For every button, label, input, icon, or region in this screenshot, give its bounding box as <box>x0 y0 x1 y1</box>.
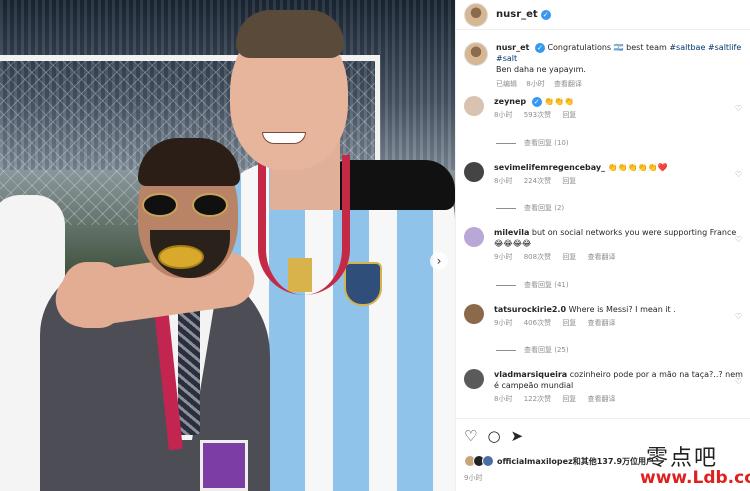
comment: zeynep ✓ 👏👏👏 8小时 593次赞 回复 <box>464 96 749 121</box>
comment-avatar[interactable] <box>464 162 484 182</box>
flag-emoji: 🇦🇷 <box>613 43 624 52</box>
reply-button[interactable]: 回复 <box>562 253 576 261</box>
hashtag[interactable]: #saltbae <box>669 43 705 52</box>
post-panel: nusr_et ✓ nusr_et ✓ Congratulations 🇦🇷 b… <box>455 0 750 491</box>
like-comment-icon[interactable]: ♡ <box>735 312 742 321</box>
player-hand <box>62 262 124 328</box>
carousel-next-icon[interactable]: › <box>430 252 448 270</box>
caption-meta: 已编辑 8小时 查看翻译 <box>496 79 748 90</box>
like-comment-icon[interactable]: ♡ <box>735 104 742 113</box>
gold-medal <box>158 245 204 269</box>
comment-likes[interactable]: 593次赞 <box>524 111 551 119</box>
comment-avatar[interactable] <box>464 304 484 324</box>
comment-avatar[interactable] <box>464 227 484 247</box>
comment-text: but on social networks you were supporti… <box>531 228 737 237</box>
hashtag[interactable]: #salt <box>496 54 517 63</box>
comment-user[interactable]: milevila <box>494 228 529 237</box>
comment: tatsurockirie2.0 Where is Messi? I mean … <box>464 304 749 329</box>
verified-icon: ✓ <box>531 96 542 107</box>
author-avatar[interactable] <box>464 2 488 27</box>
comment-likes[interactable]: 224次赞 <box>524 177 551 185</box>
like-comment-icon[interactable]: ♡ <box>735 235 742 244</box>
reply-button[interactable]: 回复 <box>562 111 576 119</box>
player-smile <box>262 132 306 144</box>
player-hair <box>236 10 344 58</box>
like-comment-icon[interactable]: ♡ <box>735 377 742 386</box>
comment-time: 9小时 <box>494 253 513 261</box>
comment-time: 9小时 <box>494 319 513 327</box>
caption-line-2: Ben daha ne yapayım. <box>496 65 586 74</box>
post-header: nusr_et ✓ <box>456 0 750 30</box>
accreditation-badge <box>200 440 248 491</box>
like-icon[interactable]: ♡ <box>464 427 477 445</box>
comment-emoji: 😂😂😂😂 <box>494 239 532 248</box>
like-comment-icon[interactable]: ♡ <box>735 170 742 179</box>
reply-button[interactable]: 回复 <box>562 319 576 327</box>
view-replies-button[interactable]: 查看回复 (10) <box>496 138 569 148</box>
medal-ribbon <box>258 155 350 295</box>
comment-user[interactable]: sevimelifemregencebay_ <box>494 163 605 172</box>
view-replies-button[interactable]: 查看回复 (2) <box>496 203 564 213</box>
verified-icon: ✓ <box>540 9 551 20</box>
author-handle[interactable]: nusr_et <box>496 9 538 20</box>
translate-link[interactable]: 查看翻译 <box>588 253 616 261</box>
site-watermark: 零点吧 www.Ldb.cc <box>640 440 750 491</box>
comment-likes[interactable]: 808次赞 <box>524 253 551 261</box>
post-photo: › <box>0 0 455 491</box>
comment-likes[interactable]: 406次赞 <box>524 319 551 327</box>
comment-avatar[interactable] <box>464 369 484 389</box>
comment-text: 👏👏👏 <box>544 97 575 106</box>
caption-avatar[interactable] <box>464 42 488 66</box>
comment: vladmarsiqueira cozinheiro pode por a mã… <box>464 369 749 405</box>
comment: sevimelifemregencebay_ 👏👏👏👏👏❤️ 8小时 224次赞… <box>464 162 749 187</box>
edited-label: 已编辑 <box>496 80 517 88</box>
comment: milevila but on social networks you were… <box>464 227 749 263</box>
share-icon[interactable]: ➤ <box>511 427 524 445</box>
comment-user[interactable]: tatsurockirie2.0 <box>494 305 566 314</box>
caption-time: 8小时 <box>526 80 545 88</box>
comment-time: 8小时 <box>494 111 513 119</box>
caption: nusr_et ✓ Congratulations 🇦🇷 best team #… <box>464 42 749 90</box>
translate-link[interactable]: 查看翻译 <box>588 395 616 403</box>
comment-user[interactable]: vladmarsiqueira <box>494 370 567 379</box>
comment-time: 8小时 <box>494 395 513 403</box>
translate-link[interactable]: 查看翻译 <box>554 80 582 88</box>
comment-text: Where is Messi? I mean it . <box>568 305 676 314</box>
comment-likes[interactable]: 122次赞 <box>524 395 551 403</box>
afa-crest <box>344 262 382 306</box>
reply-button[interactable]: 回复 <box>562 177 576 185</box>
verified-icon: ✓ <box>534 42 545 53</box>
hashtag[interactable]: #saltlife <box>708 43 741 52</box>
caption-text-2: best team <box>626 43 667 52</box>
view-replies-button[interactable]: 查看回复 (41) <box>496 280 569 290</box>
comment-text: 👏👏👏👏👏❤️ <box>607 163 668 172</box>
comment-icon[interactable]: ○ <box>487 427 500 445</box>
liked-by-text[interactable]: officialmaxilopez和其他137.9万位用户 <box>497 456 654 467</box>
comment-time: 8小时 <box>494 177 513 185</box>
caption-text: Congratulations <box>547 43 612 52</box>
view-replies-button[interactable]: 查看回复 (25) <box>496 345 569 355</box>
caption-user[interactable]: nusr_et <box>496 43 529 52</box>
liker-avatar[interactable] <box>482 455 494 467</box>
sunglasses <box>140 193 234 219</box>
comment-avatar[interactable] <box>464 96 484 116</box>
reply-button[interactable]: 回复 <box>562 395 576 403</box>
translate-link[interactable]: 查看翻译 <box>588 319 616 327</box>
comment-user[interactable]: zeynep <box>494 97 526 106</box>
watermark-bottom: www.Ldb.cc <box>640 468 750 488</box>
